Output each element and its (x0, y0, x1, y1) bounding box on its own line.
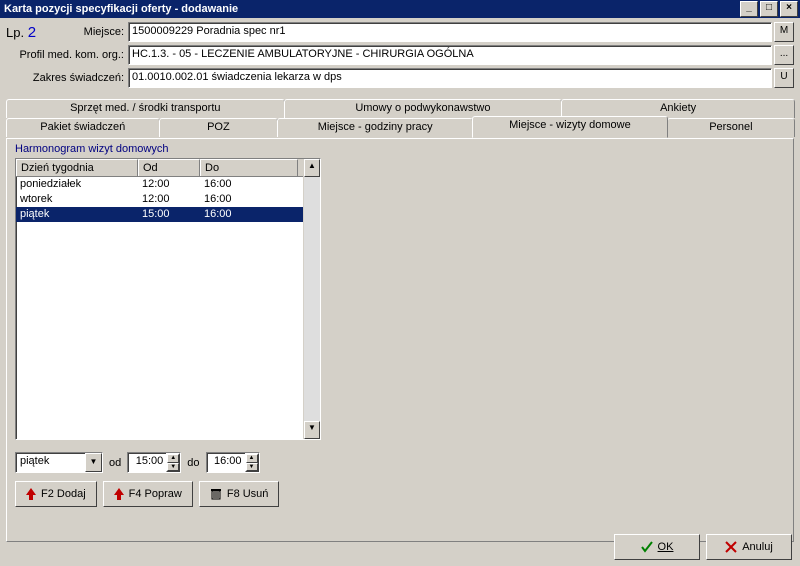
lp-label: Lp. 2 (6, 24, 56, 41)
add-button[interactable]: F2 Dodaj (15, 481, 97, 507)
scroll-down-icon[interactable]: ▼ (304, 421, 320, 439)
tab-wizyty-domowe[interactable]: Miejsce - wizyty domowe (472, 116, 668, 138)
arrow-up-icon (114, 488, 124, 500)
cell-from: 12:00 (138, 192, 200, 207)
delete-button[interactable]: F8 Usuń (199, 481, 280, 507)
schedule-section-label: Harmonogram wizyt domowych (15, 143, 785, 155)
tab-personel[interactable]: Personel (667, 118, 795, 137)
tab-panel: Harmonogram wizyt domowych Dzień tygodni… (6, 138, 794, 542)
schedule-list[interactable]: Dzień tygodnia Od Do poniedziałek12:0016… (15, 158, 321, 440)
arrow-up-icon (26, 488, 36, 500)
schedule-button-row: F2 Dodaj F4 Popraw F8 Usuń (15, 481, 785, 507)
title-bar: Karta pozycji specyfikacji oferty - doda… (0, 0, 800, 18)
edit-button[interactable]: F4 Popraw (103, 481, 193, 507)
tab-row-back: Sprzęt med. / środki transportu Umowy o … (6, 99, 794, 118)
schedule-list-header: Dzień tygodnia Od Do (16, 159, 303, 177)
add-button-label: F2 Dodaj (41, 488, 86, 500)
delete-button-label: F8 Usuń (227, 488, 269, 500)
cell-day: piątek (16, 207, 138, 222)
scroll-track[interactable] (304, 177, 320, 421)
scrollbar[interactable]: ▲ ▼ (303, 159, 320, 439)
from-time-spinner[interactable]: 15:00 ▲▼ (127, 452, 181, 473)
cell-from: 15:00 (138, 207, 200, 222)
miejsce-lookup-button[interactable]: M (774, 22, 794, 42)
cancel-button-label: Anuluj (742, 541, 773, 553)
tab-row-front: Pakiet świadczeń POZ Miejsce - godziny p… (6, 118, 794, 138)
cell-day: poniedziałek (16, 177, 138, 192)
tab-control: Sprzęt med. / środki transportu Umowy o … (6, 99, 794, 542)
table-row[interactable]: piątek15:0016:00 (16, 207, 303, 222)
close-button[interactable]: × (780, 1, 798, 17)
day-combo-value: piątek (16, 453, 85, 472)
from-label: od (109, 457, 121, 469)
schedule-editor: piątek ▼ od 15:00 ▲▼ do 16:00 ▲▼ (15, 452, 785, 473)
header-form: Lp. 2 Miejsce: 1500009229 Poradnia spec … (0, 18, 800, 97)
check-icon (641, 541, 653, 553)
table-row[interactable]: poniedziałek12:0016:00 (16, 177, 303, 192)
cell-day: wtorek (16, 192, 138, 207)
cell-to: 16:00 (200, 192, 298, 207)
spin-up-icon[interactable]: ▲ (246, 454, 258, 463)
maximize-button[interactable]: □ (760, 1, 778, 17)
tab-sprzet[interactable]: Sprzęt med. / środki transportu (6, 99, 285, 118)
col-header-to[interactable]: Do (200, 159, 298, 176)
zakres-label: Zakres świadczeń: (6, 72, 128, 84)
lp-value: 2 (28, 24, 36, 41)
window-title: Karta pozycji specyfikacji oferty - doda… (4, 3, 738, 15)
miejsce-label: Miejsce: (56, 26, 128, 38)
cell-to: 16:00 (200, 207, 298, 222)
zakres-field[interactable]: 01.0010.002.01 świadczenia lekarza w dps (128, 68, 772, 88)
profil-field[interactable]: HC.1.3. - 05 - LECZENIE AMBULATORYJNE - … (128, 45, 772, 65)
profil-label: Profil med. kom. org.: (6, 49, 128, 61)
dialog-button-row: OK Anuluj (614, 534, 792, 560)
minimize-button[interactable]: _ (740, 1, 758, 17)
to-time-value: 16:00 (207, 453, 245, 472)
from-time-value: 15:00 (128, 453, 166, 472)
ok-button[interactable]: OK (614, 534, 700, 560)
to-label: do (187, 457, 199, 469)
ok-button-label: OK (658, 541, 674, 553)
chevron-down-icon[interactable]: ▼ (85, 453, 102, 472)
profil-lookup-button[interactable]: ... (774, 45, 794, 65)
miejsce-field[interactable]: 1500009229 Poradnia spec nr1 (128, 22, 772, 42)
cell-to: 16:00 (200, 177, 298, 192)
tab-pakiet[interactable]: Pakiet świadczeń (6, 118, 160, 137)
x-icon (725, 541, 737, 553)
spin-down-icon[interactable]: ▼ (246, 463, 258, 472)
zakres-lookup-button[interactable]: U (774, 68, 794, 88)
day-combo[interactable]: piątek ▼ (15, 452, 103, 473)
cell-from: 12:00 (138, 177, 200, 192)
spin-up-icon[interactable]: ▲ (167, 454, 179, 463)
col-header-from[interactable]: Od (138, 159, 200, 176)
spin-down-icon[interactable]: ▼ (167, 463, 179, 472)
edit-button-label: F4 Popraw (129, 488, 182, 500)
scroll-up-icon[interactable]: ▲ (304, 159, 320, 177)
to-time-spinner[interactable]: 16:00 ▲▼ (206, 452, 260, 473)
trash-icon (210, 488, 222, 500)
tab-poz[interactable]: POZ (159, 118, 279, 137)
tab-godziny[interactable]: Miejsce - godziny pracy (277, 118, 473, 137)
table-row[interactable]: wtorek12:0016:00 (16, 192, 303, 207)
col-header-day[interactable]: Dzień tygodnia (16, 159, 138, 176)
cancel-button[interactable]: Anuluj (706, 534, 792, 560)
